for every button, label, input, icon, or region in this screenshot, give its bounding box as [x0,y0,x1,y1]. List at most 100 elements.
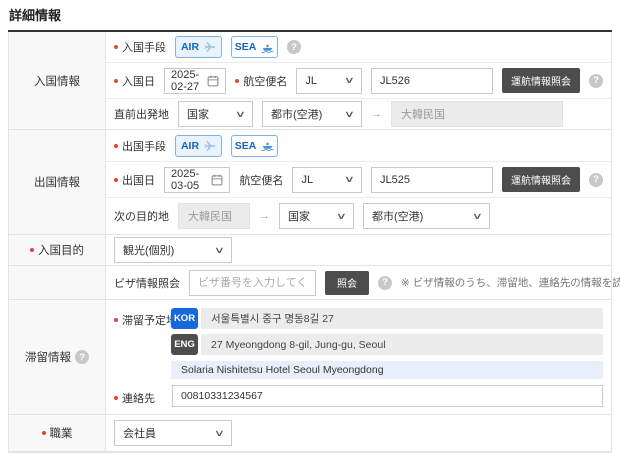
stay-address-kor-field: 서울특별시 중구 명동8길 27 [201,308,603,329]
entry-flight-info-button[interactable]: 運航情報照会 [502,68,580,93]
air-label: AIR [180,139,200,152]
departure-flight-label: 航空便名 [239,174,284,187]
detail-table: 入国情報 入国手段 AIR SEA ? 入国日 2025-02-27 航空便名 … [8,32,620,453]
departure-city-select[interactable]: 都市(空港) ∨ [363,203,490,229]
departure-sea-button[interactable]: SEA [231,134,278,157]
entry-date-value: 2025-02-27 [171,68,200,93]
departure-section-label: 出国情報 [34,177,80,189]
departure-country-select[interactable]: 国家 ∨ [279,203,354,229]
entry-method-row: 入国手段 AIR SEA ? [106,32,611,63]
entry-date-input[interactable]: 2025-02-27 [164,67,227,94]
entry-country-select[interactable]: 国家 ∨ [178,101,253,127]
ship-icon [261,139,274,152]
departure-airline-value: JL [301,173,314,186]
occupation-section-header: 職業 [9,415,106,451]
section-occupation: 職業 会社員 ∨ [9,415,611,452]
purpose-value: 観光(個別) [123,245,175,257]
departure-method-row: 出国手段 AIR SEA [106,130,611,162]
contact-label: 連絡先 [114,386,169,406]
help-icon[interactable]: ? [75,350,89,364]
entry-air-button[interactable]: AIR [175,36,222,58]
entry-flight-label: 航空便名 [235,73,287,89]
air-label: AIR [180,41,200,53]
ship-icon [261,41,274,54]
departure-country-value: 国家 [288,211,310,223]
stay-section-header: 滞留情報 ? [9,300,106,414]
purpose-select[interactable]: 観光(個別) ∨ [114,237,232,263]
departure-date-value: 2025-03-05 [171,167,200,192]
entry-date-row: 入国日 2025-02-27 航空便名 JL ∨ 運航情報照会 ? [106,63,611,99]
stay-address-eng-row: ENG 27 Myeongdong 8-gil, Jung-gu, Seoul [171,334,603,355]
stay-contact-row: 連絡先 [114,385,603,407]
entry-airline-value: JL [305,74,318,87]
chevron-down-icon: ∨ [214,244,226,255]
occupation-value: 会社員 [123,428,156,440]
chevron-down-icon: ∨ [344,75,356,85]
entry-airline-select[interactable]: JL ∨ [296,67,362,94]
entry-section-header: 入国情報 [9,32,106,129]
chevron-down-icon: ∨ [472,210,484,221]
visa-section-header [9,266,106,299]
calendar-icon [207,75,219,87]
chevron-down-icon: ∨ [336,210,348,221]
departure-method-label: 出国手段 [114,138,166,154]
contact-input[interactable] [172,385,603,407]
entry-sea-button[interactable]: SEA [231,36,278,58]
departure-section-header: 出国情報 [9,130,106,234]
help-icon[interactable]: ? [287,40,301,54]
stay-section-label: 滞留情報 [25,352,71,364]
stay-place-label: 滞留予定地 [114,308,177,379]
calendar-icon [211,174,223,186]
purpose-row: 観光(個別) ∨ [106,235,611,265]
sea-label: SEA [234,41,257,53]
departure-next-place-row: 次の目的地 大韓民国 → 国家 ∨ 都市(空港) ∨ [106,198,611,234]
departure-flight-info-button[interactable]: 運航情報照会 [502,167,580,192]
entry-date-label: 入国日 [114,73,155,89]
departure-airline-select[interactable]: JL ∨ [292,166,362,193]
eng-language-badge[interactable]: ENG [171,334,198,355]
entry-city-select[interactable]: 都市(空港) ∨ [262,101,362,127]
entry-method-label: 入国手段 [114,39,166,55]
help-icon[interactable]: ? [589,73,603,88]
entry-prev-place-row: 直前出発地 国家 ∨ 都市(空港) ∨ → 大韓民国 [106,99,611,129]
occupation-label: 職業 [42,425,73,441]
section-entry-info: 入国情報 入国手段 AIR SEA ? 入国日 2025-02-27 航空便名 … [9,32,611,130]
visa-row: ビザ情報照会 照会 ? ※ ビザ情報のうち、滞留地、連絡先の情報を読み込みます。 [106,266,620,299]
departure-date-label: 出国日 [114,172,155,188]
chevron-down-icon: ∨ [235,108,247,119]
occupation-select[interactable]: 会社員 ∨ [114,420,232,446]
visa-number-input[interactable] [189,269,316,296]
departure-flight-number-input[interactable] [371,166,493,193]
entry-country-value: 国家 [187,109,209,121]
visa-inquiry-button[interactable]: 照会 [325,270,369,295]
arrow-right-icon: → [371,108,382,120]
purpose-section-header: 入国目的 [9,235,106,265]
entry-flight-number-input[interactable] [371,67,493,94]
kor-language-badge[interactable]: KOR [171,308,198,329]
section-entry-purpose: 入国目的 観光(個別) ∨ [9,235,611,266]
page-title: 詳細情報 [8,3,612,32]
airplane-icon [204,140,216,152]
stay-hotel-name-field: Solaria Nishitetsu Hotel Seoul Myeongdon… [171,361,603,379]
sea-label: SEA [234,139,257,152]
stay-place-row: 滞留予定地 KOR 서울특별시 중구 명동8길 27 ENG 27 Myeong… [114,308,603,379]
purpose-label: 入国目的 [30,242,84,258]
departure-air-button[interactable]: AIR [175,134,222,157]
help-icon[interactable]: ? [589,172,603,187]
departure-city-value: 都市(空港) [372,211,424,223]
occupation-row: 会社員 ∨ [106,415,611,451]
visa-note: ※ ビザ情報のうち、滞留地、連絡先の情報を読み込みます。 [401,277,620,289]
entry-prev-place-label: 直前出発地 [114,109,169,121]
chevron-down-icon: ∨ [344,174,356,184]
detail-form: 詳細情報 入国情報 入国手段 AIR SEA ? 入国日 2025-02-27 … [8,3,620,453]
airplane-icon [204,41,216,53]
chevron-down-icon: ∨ [214,427,226,438]
visa-inquiry-label: ビザ情報照会 [114,277,180,290]
departure-next-place-label: 次の目的地 [114,211,169,223]
section-stay-info: 滞留情報 ? 滞留予定地 KOR 서울특별시 중구 명동8길 27 ENG 27… [9,300,611,415]
departure-date-row: 出国日 2025-03-05 航空便名 JL ∨ 運航情報照会 ? [106,162,611,198]
departure-date-input[interactable]: 2025-03-05 [164,166,231,193]
entry-resolved-place-field: 大韓民国 [391,101,563,127]
help-icon[interactable]: ? [378,275,392,290]
section-departure-info: 出国情報 出国手段 AIR SEA 出国日 2025-03-05 航空便名 JL… [9,130,611,235]
